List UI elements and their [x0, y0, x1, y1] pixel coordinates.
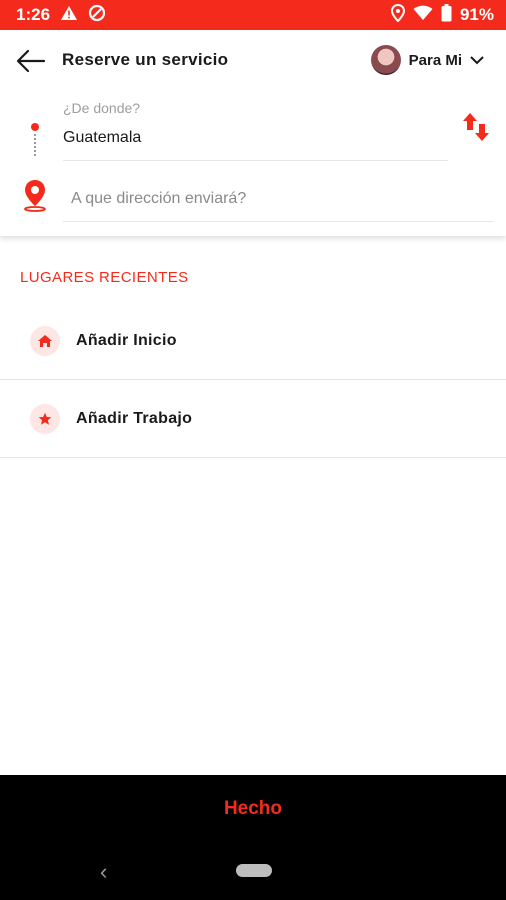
avatar	[370, 45, 401, 75]
destination-underline	[63, 221, 493, 222]
location-icon	[390, 3, 405, 27]
swap-icon	[463, 113, 489, 141]
battery-icon	[441, 3, 452, 27]
destination-input[interactable]	[71, 190, 491, 208]
wifi-icon	[413, 5, 433, 26]
system-nav-bar: ‹	[0, 842, 506, 900]
nav-back-icon[interactable]: ‹	[100, 859, 107, 885]
profile-selector[interactable]: Para Mi	[370, 45, 484, 75]
origin-field[interactable]: Guatemala	[63, 129, 141, 147]
add-work-label: Añadir Trabajo	[76, 409, 193, 427]
arrow-left-icon	[16, 49, 46, 73]
back-button[interactable]	[14, 46, 48, 76]
booking-header: Reserve un servicio Para Mi ¿De donde? G…	[0, 30, 506, 236]
nav-home-pill[interactable]	[236, 864, 272, 877]
home-icon	[30, 325, 60, 356]
origin-dot-icon	[31, 123, 39, 131]
recent-places-title: LUGARES RECIENTES	[20, 269, 189, 286]
star-icon	[30, 403, 60, 434]
destination-pin-icon	[22, 178, 48, 212]
origin-label: ¿De donde?	[63, 100, 141, 116]
status-bar: 1:26 91%	[0, 0, 506, 30]
page-title: Reserve un servicio	[62, 50, 229, 69]
done-label: Hecho	[223, 797, 283, 819]
add-work-item[interactable]: Añadir Trabajo	[0, 380, 506, 458]
origin-underline	[63, 160, 448, 161]
warning-icon	[60, 5, 78, 26]
status-time: 1:26	[16, 5, 51, 24]
add-home-item[interactable]: Añadir Inicio	[0, 302, 506, 380]
route-connector	[34, 134, 36, 156]
done-button[interactable]: Hecho	[0, 775, 506, 842]
battery-percent: 91%	[459, 5, 494, 24]
profile-label: Para Mi	[408, 51, 462, 69]
chevron-down-icon	[470, 56, 484, 65]
add-home-label: Añadir Inicio	[76, 331, 177, 349]
swap-button[interactable]	[462, 112, 490, 142]
data-saver-icon	[88, 4, 106, 27]
